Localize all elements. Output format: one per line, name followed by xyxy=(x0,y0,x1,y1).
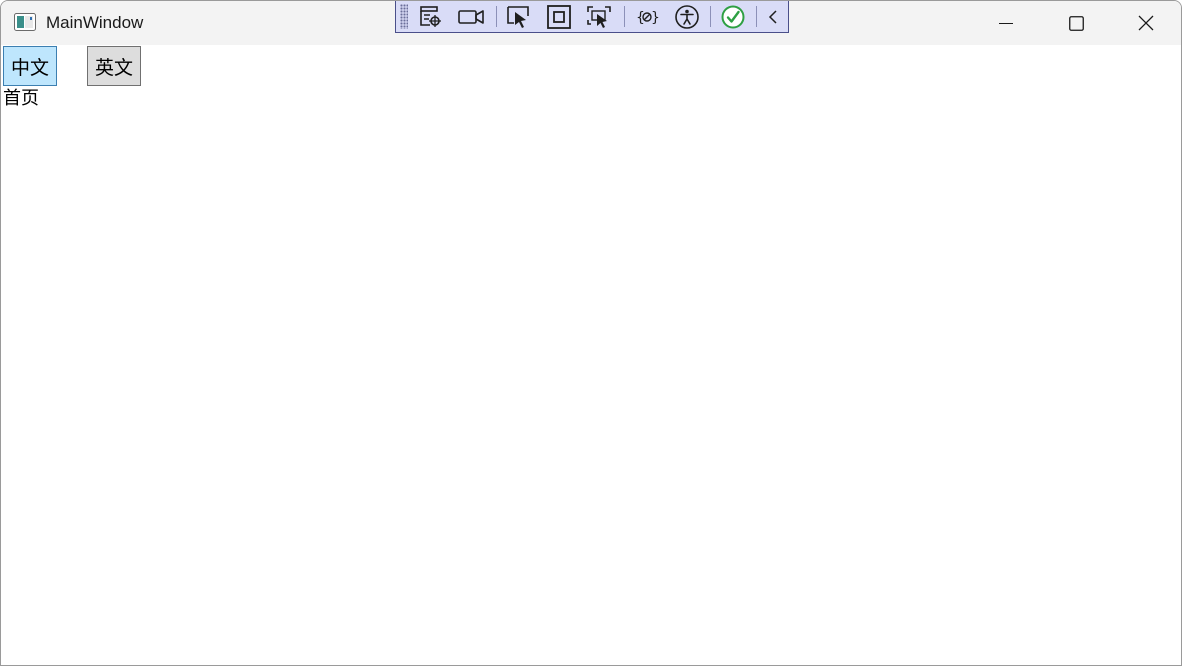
maximize-button[interactable] xyxy=(1041,1,1111,45)
select-element-icon[interactable] xyxy=(504,3,534,30)
minimize-icon xyxy=(999,23,1013,24)
main-window: MainWindow {中文 英文 首页 xyxy=(0,0,1182,666)
toolbar-separator xyxy=(496,6,497,27)
accessibility-icon[interactable] xyxy=(672,3,702,30)
toolbar-grip-handle[interactable] xyxy=(400,4,408,29)
collapse-chevron-icon[interactable] xyxy=(760,3,786,30)
track-focused-element-icon[interactable] xyxy=(584,3,614,30)
window-app-icon xyxy=(14,13,36,31)
home-page-label: 首页 xyxy=(3,88,39,109)
english-language-button[interactable]: 英文 xyxy=(87,46,141,86)
minimize-button[interactable] xyxy=(971,1,1041,45)
title-bar[interactable]: MainWindow { xyxy=(1,1,1181,45)
close-button[interactable] xyxy=(1111,1,1181,45)
maximize-icon xyxy=(1068,15,1084,31)
toolbar-separator xyxy=(756,6,757,27)
close-icon xyxy=(1138,15,1154,31)
debug-toolbar: { } xyxy=(395,1,789,33)
camera-icon[interactable] xyxy=(456,3,486,30)
toolbar-separator xyxy=(710,6,711,27)
binding-failures-icon[interactable]: { } xyxy=(632,3,662,30)
window-title: MainWindow xyxy=(46,13,144,32)
display-layout-adorners-icon[interactable] xyxy=(544,3,574,30)
chinese-language-button[interactable]: 中文 xyxy=(3,46,57,86)
toolbar-separator xyxy=(624,6,625,27)
svg-text:}: } xyxy=(651,10,659,26)
hot-reload-status-icon[interactable] xyxy=(718,3,748,30)
visual-tree-icon[interactable] xyxy=(416,3,446,30)
window-content: 中文 英文 首页 xyxy=(1,45,1181,665)
